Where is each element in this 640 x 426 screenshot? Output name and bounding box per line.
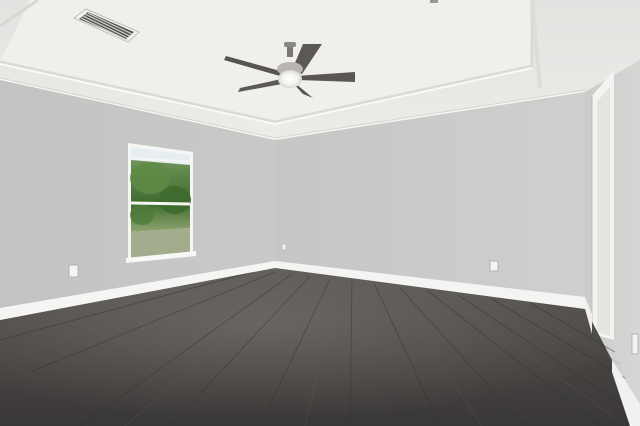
room-photo <box>0 0 640 426</box>
window-icon <box>126 143 196 263</box>
door-frame-icon <box>591 70 614 340</box>
room-illustration <box>0 0 640 426</box>
smoke-detector-icon <box>430 0 438 3</box>
